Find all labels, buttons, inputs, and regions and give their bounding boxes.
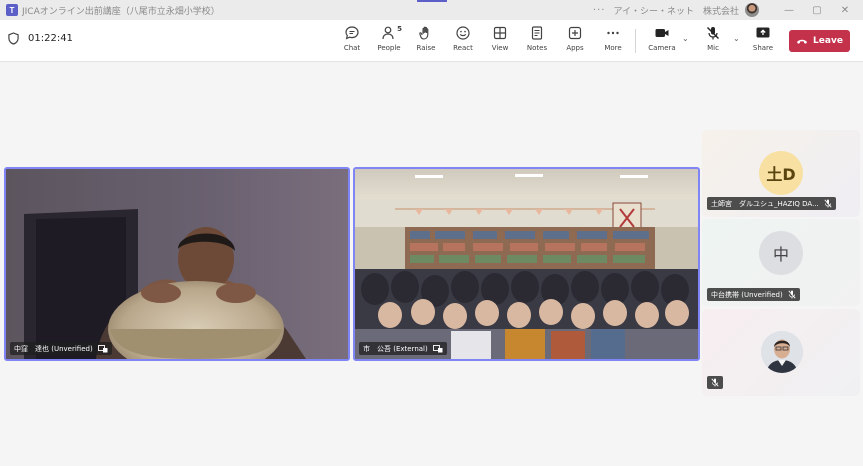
apps-label: Apps [566, 44, 584, 52]
people-count: 5 [397, 25, 402, 33]
apps-button[interactable]: Apps [558, 25, 592, 57]
people-icon [382, 26, 394, 40]
raise-hand-icon [419, 26, 429, 40]
leave-label: Leave [813, 36, 843, 46]
title-accent-bar [417, 0, 447, 2]
account-avatar[interactable] [745, 3, 759, 17]
screen-share-indicator-icon [432, 344, 443, 352]
more-label: More [604, 44, 622, 52]
share-label: Share [752, 44, 774, 52]
mic-button[interactable]: Mic [696, 25, 730, 57]
hang-up-icon [797, 39, 808, 44]
people-label: People [377, 44, 401, 52]
avatar: 土D [759, 151, 803, 195]
view-label: View [491, 44, 509, 52]
mic-label: Mic [707, 44, 719, 52]
classroom-video-feed [355, 169, 698, 359]
leave-button[interactable]: Leave [789, 30, 850, 52]
participant-name-chip: 市 公吾 (External) [359, 342, 447, 355]
teams-logo-icon: T [6, 4, 18, 16]
mic-options-chevron-icon[interactable]: ⌄ [733, 34, 740, 43]
raise-label: Raise [416, 44, 436, 52]
participant-card[interactable]: 土D 土師宮 ダルユシュ_HAZIQ DA... [702, 130, 860, 217]
camera-label: Camera [648, 44, 676, 52]
video-tile-classroom[interactable]: 市 公吾 (External) [353, 167, 700, 361]
organization-name[interactable]: アイ・シー・ネット 株式会社 [613, 4, 739, 17]
participant-name-chip [707, 376, 723, 389]
react-button[interactable]: React [446, 25, 480, 57]
raise-hand-button[interactable]: Raise [409, 25, 443, 57]
participant-name: 市 公吾 (External) [363, 344, 428, 353]
video-tile-presenter[interactable]: 中窪 達也 (Unverified) [4, 167, 350, 361]
profile-photo [761, 331, 803, 373]
minimize-button[interactable]: — [775, 5, 803, 16]
participant-name: 土師宮 ダルユシュ_HAZIQ DA... [711, 199, 819, 208]
react-label: React [453, 44, 473, 52]
notes-label: Notes [526, 44, 548, 52]
share-screen-icon [756, 27, 770, 38]
more-dots-icon [607, 31, 619, 35]
participant-name-chip: 土師宮 ダルユシュ_HAZIQ DA... [707, 197, 836, 210]
close-window-button[interactable]: ✕ [831, 5, 859, 16]
window-titlebar: T JICAオンライン出前講座（八尾市立永畑小学校） ··· アイ・シー・ネット… [0, 0, 863, 20]
grid-view-icon [493, 26, 507, 40]
chat-label: Chat [343, 44, 361, 52]
notes-button[interactable]: Notes [520, 25, 554, 57]
mic-off-icon [707, 27, 719, 40]
mic-off-icon [788, 290, 796, 299]
participant-card[interactable] [702, 309, 860, 396]
participant-name-chip: 中台携帯 (Unverified) [707, 288, 800, 301]
people-button[interactable]: 5 People [372, 25, 406, 57]
meeting-timer: 01:22:41 [8, 32, 73, 45]
camera-button[interactable]: Camera [645, 25, 679, 57]
chat-icon [345, 26, 359, 40]
screen-share-indicator-icon [97, 344, 108, 352]
chat-button[interactable]: Chat [335, 25, 369, 57]
avatar: 中 [759, 231, 803, 275]
mic-off-icon [711, 378, 719, 387]
timer-text: 01:22:41 [28, 33, 73, 44]
participant-name-chip: 中窪 達也 (Unverified) [10, 342, 112, 355]
maximize-button[interactable]: ▢ [803, 5, 831, 16]
camera-options-chevron-icon[interactable]: ⌄ [682, 34, 689, 43]
participant-name: 中窪 達也 (Unverified) [14, 344, 93, 353]
mic-off-icon [824, 199, 832, 208]
view-button[interactable]: View [483, 25, 517, 57]
more-button[interactable]: More [596, 25, 630, 57]
meeting-toolbar: 01:22:41 Chat 5 People Raise React View … [0, 20, 863, 62]
smiley-icon [456, 26, 470, 40]
window-title: JICAオンライン出前講座（八尾市立永畑小学校） [22, 6, 220, 17]
more-options-icon[interactable]: ··· [593, 5, 606, 16]
apps-plus-icon [568, 26, 582, 40]
participant-card[interactable]: 中 中台携帯 (Unverified) [702, 219, 860, 306]
presenter-video-feed [6, 169, 348, 359]
share-button[interactable]: Share [746, 25, 780, 57]
camera-icon [655, 29, 669, 37]
avatar [761, 331, 803, 373]
toolbar-divider [635, 29, 636, 53]
notes-icon [531, 26, 543, 40]
participant-name: 中台携帯 (Unverified) [711, 290, 783, 299]
shield-icon [8, 32, 19, 45]
